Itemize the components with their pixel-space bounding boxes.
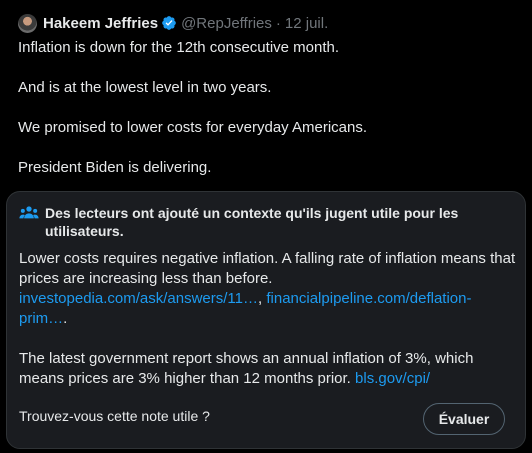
avatar[interactable] <box>18 13 37 33</box>
tweet-line: We promised to lower costs for everyday … <box>18 119 368 136</box>
note-paragraph: Lower costs requires negative inflation.… <box>19 250 516 287</box>
note-header: Des lecteurs ont ajouté un contexte qu'i… <box>19 204 489 240</box>
note-title: Des lecteurs ont ajouté un contexte qu'i… <box>45 205 459 239</box>
author-handle[interactable]: @RepJeffries <box>181 15 272 32</box>
tweet-text: Inflation is down for the 12th consecuti… <box>18 38 518 198</box>
note-link[interactable]: bls.gov/cpi/ <box>355 370 430 387</box>
tweet-line: President Biden is delivering. <box>18 159 212 176</box>
note-text: Lower costs requires negative inflation.… <box>19 249 519 389</box>
post-date[interactable]: 12 juil. <box>285 15 328 32</box>
note-link[interactable]: investopedia.com/ask/answers/11… <box>19 290 258 307</box>
note-punctuation: . <box>63 310 68 327</box>
verified-badge-icon <box>162 16 176 30</box>
tweet-line: Inflation is down for the 12th consecuti… <box>18 39 340 56</box>
helpful-question: Trouvez-vous cette note utile ? <box>19 408 210 424</box>
tweet-header: Hakeem Jeffries @RepJeffries · 12 juil. <box>18 12 328 34</box>
community-note: Des lecteurs ont ajouté un contexte qu'i… <box>6 191 526 449</box>
author-name[interactable]: Hakeem Jeffries <box>43 15 158 32</box>
tweet-line: And is at the lowest level in two years. <box>18 79 272 96</box>
people-group-icon <box>19 206 39 219</box>
separator-dot: · <box>275 14 281 32</box>
tweet: Hakeem Jeffries @RepJeffries · 12 juil. … <box>0 0 532 453</box>
rate-button[interactable]: Évaluer <box>423 403 505 435</box>
